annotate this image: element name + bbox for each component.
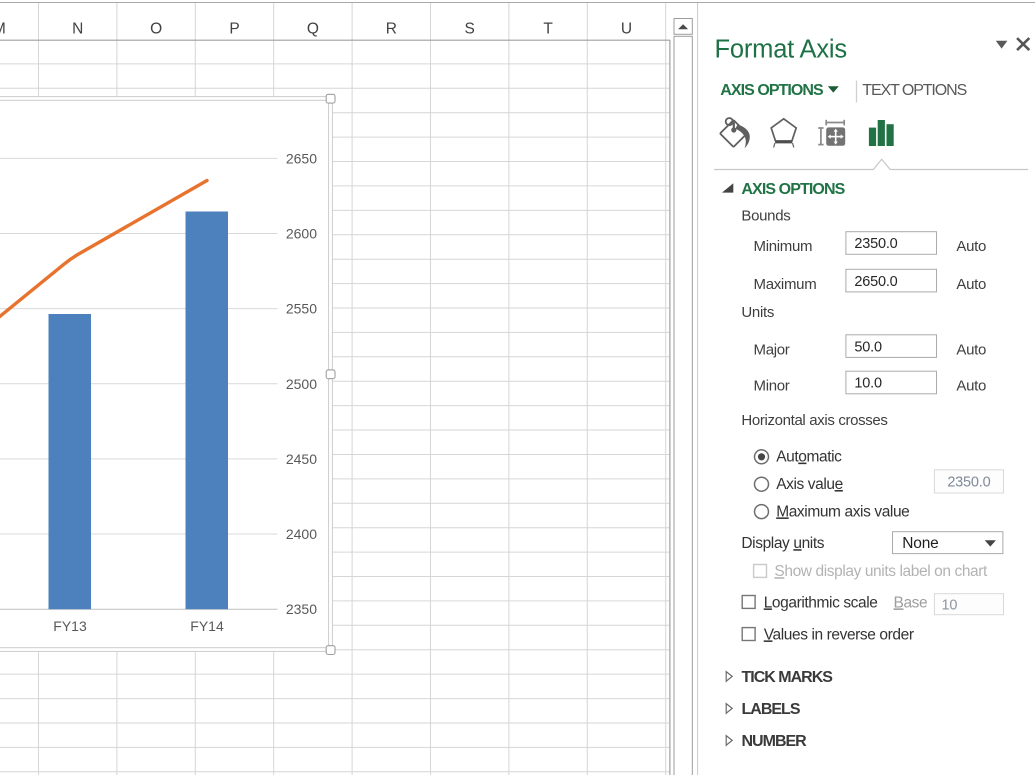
svg-text:P: P bbox=[229, 20, 239, 37]
svg-text:Logarithmic scale: Logarithmic scale bbox=[764, 594, 878, 611]
svg-text:Bounds: Bounds bbox=[741, 207, 790, 224]
svg-text:2350.0: 2350.0 bbox=[854, 236, 897, 252]
svg-text:TICK MARKS: TICK MARKS bbox=[742, 669, 834, 686]
svg-text:S: S bbox=[465, 20, 475, 37]
svg-text:Major: Major bbox=[754, 341, 790, 358]
svg-text:2400: 2400 bbox=[286, 526, 317, 542]
svg-text:Automatic: Automatic bbox=[776, 449, 842, 466]
svg-text:AXIS OPTIONS: AXIS OPTIONS bbox=[741, 181, 845, 198]
svg-text:Maximum axis value: Maximum axis value bbox=[776, 503, 909, 520]
svg-text:U: U bbox=[621, 20, 632, 37]
svg-text:Maximum: Maximum bbox=[754, 276, 817, 293]
svg-text:O: O bbox=[150, 20, 162, 37]
svg-text:2500: 2500 bbox=[286, 376, 317, 392]
svg-text:FY13: FY13 bbox=[53, 618, 87, 634]
svg-text:Q: Q bbox=[307, 20, 319, 37]
svg-text:2600: 2600 bbox=[286, 226, 317, 242]
svg-text:2350.0: 2350.0 bbox=[947, 475, 990, 491]
svg-text:AXIS OPTIONS: AXIS OPTIONS bbox=[720, 82, 824, 99]
svg-text:N: N bbox=[72, 20, 83, 37]
svg-text:Units: Units bbox=[741, 304, 774, 321]
svg-text:Format Axis: Format Axis bbox=[715, 36, 847, 64]
svg-text:Horizontal axis crosses: Horizontal axis crosses bbox=[741, 412, 887, 429]
svg-text:FY14: FY14 bbox=[190, 618, 224, 634]
svg-text:Auto: Auto bbox=[956, 276, 986, 293]
svg-text:Auto: Auto bbox=[956, 238, 986, 255]
svg-text:50.0: 50.0 bbox=[854, 339, 882, 355]
svg-text:Auto: Auto bbox=[956, 378, 986, 395]
svg-text:2650.0: 2650.0 bbox=[854, 274, 897, 290]
svg-text:Base: Base bbox=[894, 594, 928, 611]
svg-text:Axis value: Axis value bbox=[776, 476, 843, 493]
svg-text:10: 10 bbox=[942, 597, 958, 613]
svg-text:LABELS: LABELS bbox=[742, 701, 801, 718]
svg-text:R: R bbox=[386, 20, 397, 37]
svg-text:Auto: Auto bbox=[956, 341, 986, 358]
svg-text:Display units: Display units bbox=[741, 535, 824, 552]
svg-text:2450: 2450 bbox=[286, 451, 317, 467]
svg-text:T: T bbox=[543, 20, 553, 37]
svg-text:10.0: 10.0 bbox=[854, 376, 882, 392]
svg-text:Show display units label on ch: Show display units label on chart bbox=[774, 563, 988, 580]
svg-text:NUMBER: NUMBER bbox=[742, 733, 808, 750]
svg-text:None: None bbox=[902, 535, 938, 552]
svg-text:2350: 2350 bbox=[286, 601, 317, 617]
svg-text:Minor: Minor bbox=[754, 378, 790, 395]
svg-text:Minimum: Minimum bbox=[754, 238, 813, 255]
svg-text:M: M bbox=[0, 20, 6, 37]
svg-text:2650: 2650 bbox=[286, 150, 317, 166]
svg-text:TEXT OPTIONS: TEXT OPTIONS bbox=[862, 82, 966, 99]
svg-text:Values in reverse order: Values in reverse order bbox=[764, 626, 914, 643]
svg-text:2550: 2550 bbox=[286, 301, 317, 317]
